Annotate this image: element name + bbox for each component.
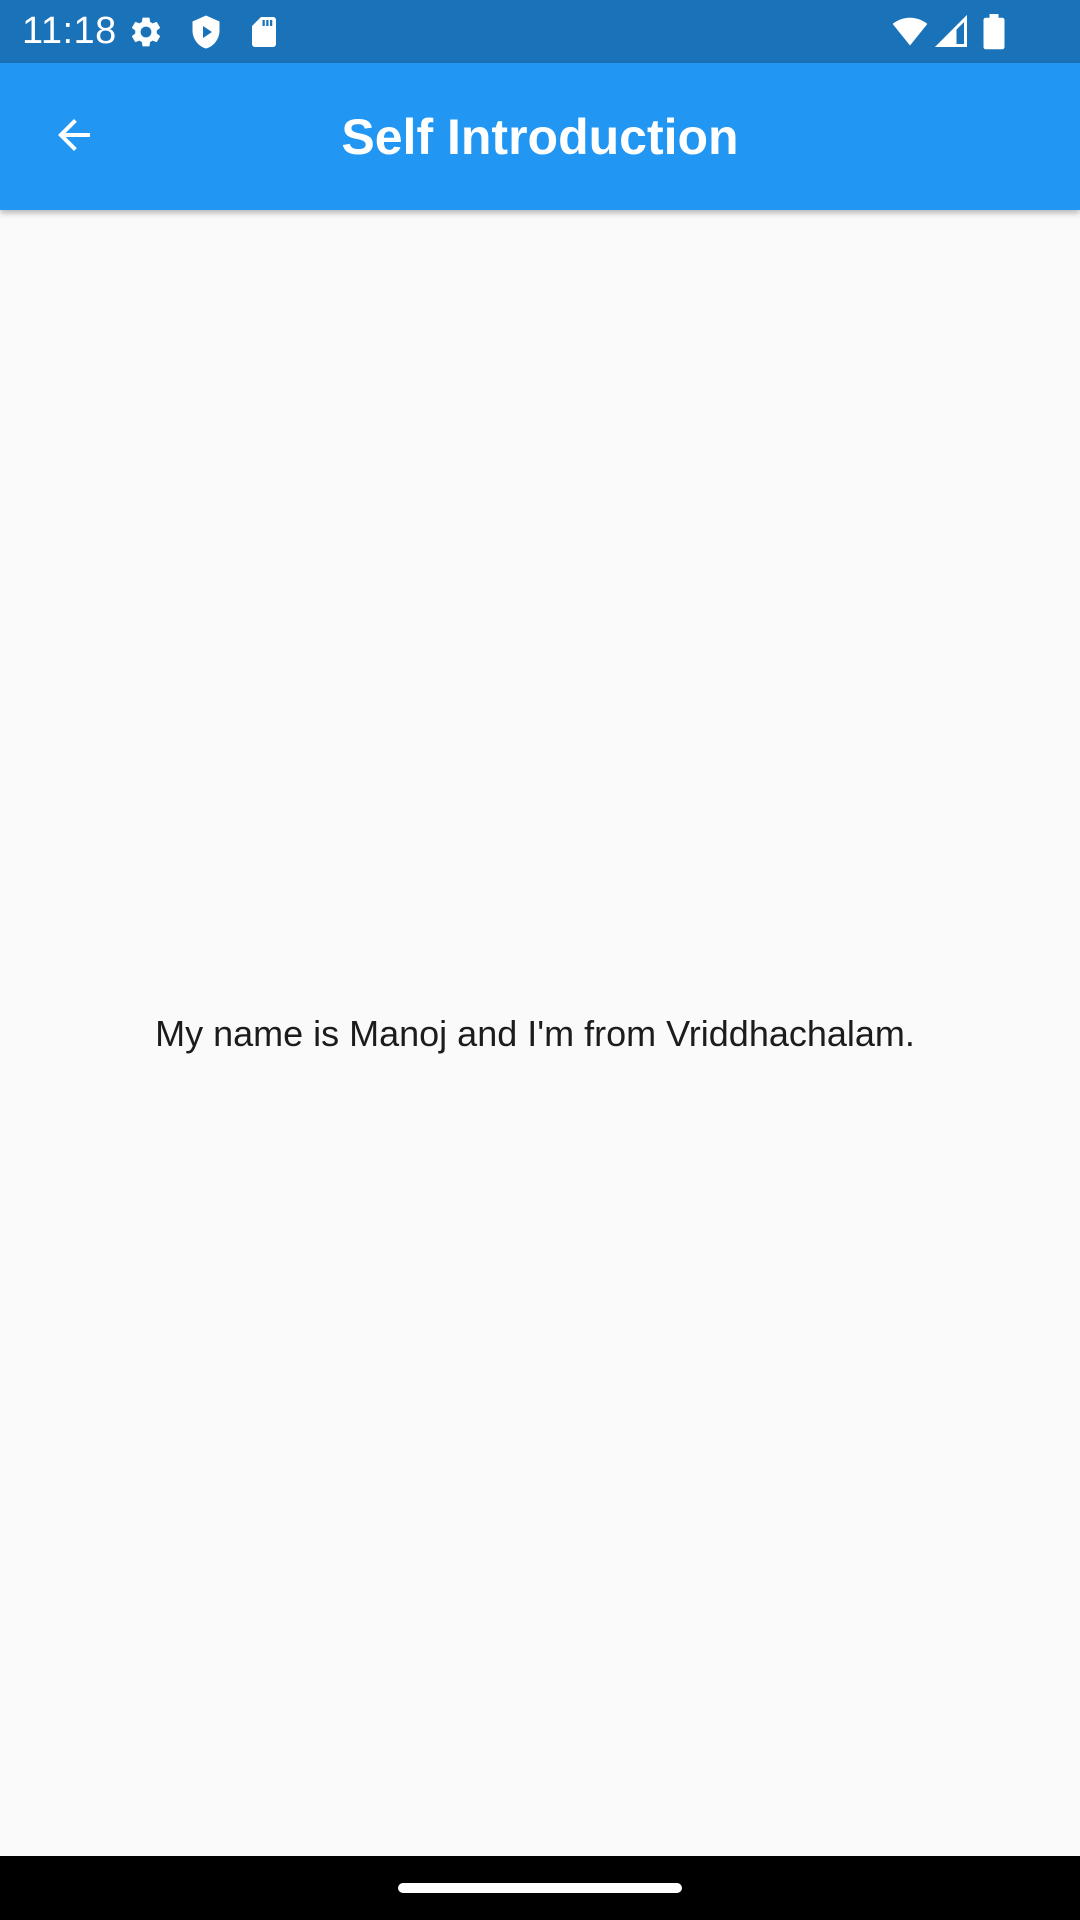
home-gesture-handle[interactable] xyxy=(398,1883,682,1893)
cell-signal-icon xyxy=(934,14,970,50)
screen: 11:18 Self Introduction My name is Manoj… xyxy=(0,0,1080,1920)
page-title: Self Introduction xyxy=(341,109,739,165)
wifi-icon xyxy=(890,14,930,50)
intro-text: My name is Manoj and I'm from Vriddhacha… xyxy=(155,1013,915,1054)
battery-icon xyxy=(982,14,1006,50)
shield-play-icon xyxy=(188,14,224,50)
sd-card-icon xyxy=(246,14,282,50)
navigation-bar xyxy=(0,1856,1080,1920)
status-bar: 11:18 xyxy=(0,0,1080,63)
app-bar: Self Introduction xyxy=(0,63,1080,210)
settings-gear-icon xyxy=(128,14,164,50)
status-time: 11:18 xyxy=(22,10,117,52)
